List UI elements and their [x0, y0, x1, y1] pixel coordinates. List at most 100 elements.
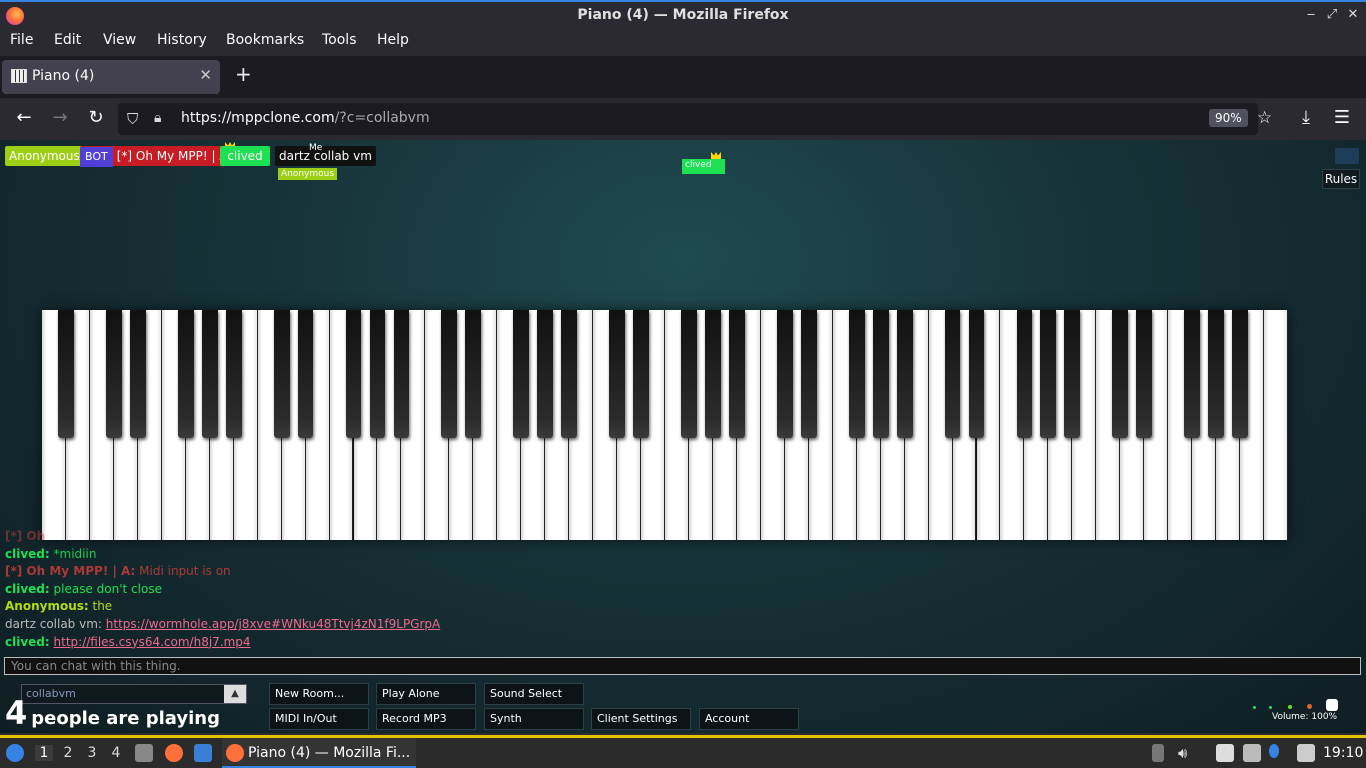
- piano-favicon-icon: [11, 69, 27, 83]
- maximize-icon[interactable]: ⤢: [1323, 6, 1341, 24]
- piano-black-key[interactable]: [800, 310, 817, 438]
- new-tab-icon[interactable]: +: [235, 62, 252, 86]
- piano-black-key[interactable]: [1064, 310, 1081, 438]
- piano-black-key[interactable]: [225, 310, 242, 438]
- piano-black-key[interactable]: [1184, 310, 1201, 438]
- chat-input[interactable]: You can chat with this thing.: [4, 657, 1361, 675]
- tab-close-icon[interactable]: ✕: [199, 66, 212, 84]
- lock-icon[interactable]: 🔒︎: [154, 110, 161, 126]
- piano-black-key[interactable]: [896, 310, 913, 438]
- player-anonymous[interactable]: Anonymous: [5, 146, 84, 166]
- url-bar[interactable]: ⛉ 🔒︎ https://mppclone.com/?c=collabvm 90…: [118, 103, 1272, 135]
- piano-black-key[interactable]: [537, 310, 554, 438]
- account-button[interactable]: Account: [699, 708, 799, 730]
- play-alone-button[interactable]: Play Alone: [376, 683, 476, 705]
- terminal-icon[interactable]: [194, 744, 212, 762]
- room-dropdown-icon[interactable]: ▲: [224, 685, 246, 703]
- piano-black-key[interactable]: [177, 310, 194, 438]
- menu-help[interactable]: Help: [377, 32, 409, 48]
- firefox-launcher-icon[interactable]: [165, 744, 183, 762]
- piano-black-key[interactable]: [848, 310, 865, 438]
- piano-black-key[interactable]: [633, 310, 649, 438]
- piano-black-key[interactable]: [369, 310, 386, 438]
- synth-button[interactable]: Synth: [484, 708, 584, 730]
- hamburger-menu-icon[interactable]: ☰: [1330, 107, 1354, 128]
- piano-black-key[interactable]: [393, 310, 410, 438]
- piano-black-key[interactable]: [105, 310, 122, 438]
- piano-black-key[interactable]: [513, 310, 530, 438]
- tab-piano[interactable]: Piano (4) ✕: [2, 60, 220, 94]
- piano-black-key[interactable]: [465, 310, 482, 438]
- client-settings-button[interactable]: Client Settings: [591, 708, 691, 730]
- piano-black-key[interactable]: [561, 310, 578, 438]
- volume-knob[interactable]: [1326, 699, 1338, 711]
- taskbar-firefox-window[interactable]: Piano (4) — Mozilla Fi...: [222, 738, 416, 768]
- piano-black-key[interactable]: [968, 310, 985, 438]
- menu-edit[interactable]: Edit: [54, 32, 81, 48]
- piano-black-key[interactable]: [1040, 310, 1057, 438]
- piano-black-key[interactable]: [1136, 310, 1153, 438]
- piano-black-key[interactable]: [441, 310, 458, 438]
- new-room-button[interactable]: New Room...: [269, 683, 369, 705]
- back-icon[interactable]: ←: [12, 107, 36, 128]
- piano-black-key[interactable]: [1232, 310, 1248, 438]
- menu-bookmarks[interactable]: Bookmarks: [226, 32, 304, 48]
- shield-icon[interactable]: ⛉: [127, 110, 138, 128]
- piano-black-key[interactable]: [201, 310, 218, 438]
- menu-bar: File Edit View History Bookmarks Tools H…: [0, 30, 1366, 52]
- piano-black-key[interactable]: [872, 310, 889, 438]
- reload-icon[interactable]: ↻: [84, 107, 108, 128]
- piano-black-key[interactable]: [776, 310, 793, 438]
- minimize-icon[interactable]: ‒: [1302, 6, 1320, 24]
- volume-icon[interactable]: 🔊︎: [1178, 744, 1196, 762]
- piano-black-key[interactable]: [681, 310, 697, 438]
- battery-icon[interactable]: [1152, 744, 1164, 762]
- piano-black-key[interactable]: [273, 310, 290, 438]
- piano-black-key[interactable]: [1208, 310, 1225, 438]
- piano-black-key[interactable]: [345, 310, 362, 438]
- midi-button[interactable]: MIDI In/Out: [269, 708, 369, 730]
- sound-select-button[interactable]: Sound Select: [484, 683, 584, 705]
- piano-black-key[interactable]: [609, 310, 625, 438]
- player-dartz[interactable]: dartz collab vm: [275, 146, 376, 166]
- workspace-3[interactable]: 3: [83, 745, 101, 761]
- workspace-2[interactable]: 2: [59, 745, 77, 761]
- menu-history[interactable]: History: [157, 32, 207, 48]
- screenshot-icon[interactable]: [1297, 744, 1315, 762]
- piano-black-key[interactable]: [705, 310, 721, 438]
- forward-icon[interactable]: →: [48, 107, 72, 128]
- rules-button[interactable]: Rules: [1322, 169, 1360, 189]
- volume-dot: [1307, 704, 1312, 709]
- bookmark-star-icon[interactable]: ☆: [1257, 108, 1272, 128]
- piano-black-key[interactable]: [944, 310, 961, 438]
- workspace-4[interactable]: 4: [107, 745, 125, 761]
- close-window-icon[interactable]: ✕: [1344, 6, 1362, 24]
- chat-link[interactable]: http://files.csys64.com/h8j7.mp4: [54, 635, 251, 649]
- piano-keyboard[interactable]: [42, 310, 1288, 540]
- workspace-1[interactable]: 1: [35, 745, 53, 761]
- piano-black-key[interactable]: [1112, 310, 1129, 438]
- piano-black-key[interactable]: [129, 310, 146, 438]
- piano-black-key[interactable]: [297, 310, 314, 438]
- download-icon[interactable]: ⤓: [1294, 107, 1318, 128]
- start-menu-icon[interactable]: [6, 744, 24, 762]
- menu-file[interactable]: File: [10, 32, 33, 48]
- piano-black-key[interactable]: [58, 310, 74, 438]
- chat-text: *midiin: [53, 546, 97, 561]
- record-mp3-button[interactable]: Record MP3: [376, 708, 476, 730]
- keyboard-icon[interactable]: [1335, 148, 1359, 164]
- menu-tools[interactable]: Tools: [322, 32, 357, 48]
- notification-icon[interactable]: [1269, 744, 1279, 758]
- player-clived[interactable]: clived: [220, 146, 270, 166]
- menu-view[interactable]: View: [103, 32, 136, 48]
- display-icon[interactable]: [1243, 744, 1261, 762]
- piano-black-key[interactable]: [728, 310, 745, 438]
- file-manager-icon[interactable]: [135, 744, 153, 762]
- piano-white-key[interactable]: [1264, 310, 1288, 540]
- player-bot[interactable]: BOT [*] Oh My MPP! | A: [80, 146, 232, 167]
- piano-black-key[interactable]: [1016, 310, 1033, 438]
- chat-link[interactable]: https://wormhole.app/j8xve#WNku48Ttvj4zN…: [106, 617, 440, 631]
- url-text[interactable]: https://mppclone.com/?c=collabvm: [181, 110, 430, 126]
- zoom-level[interactable]: 90%: [1209, 109, 1248, 127]
- clipboard-icon[interactable]: [1216, 744, 1234, 762]
